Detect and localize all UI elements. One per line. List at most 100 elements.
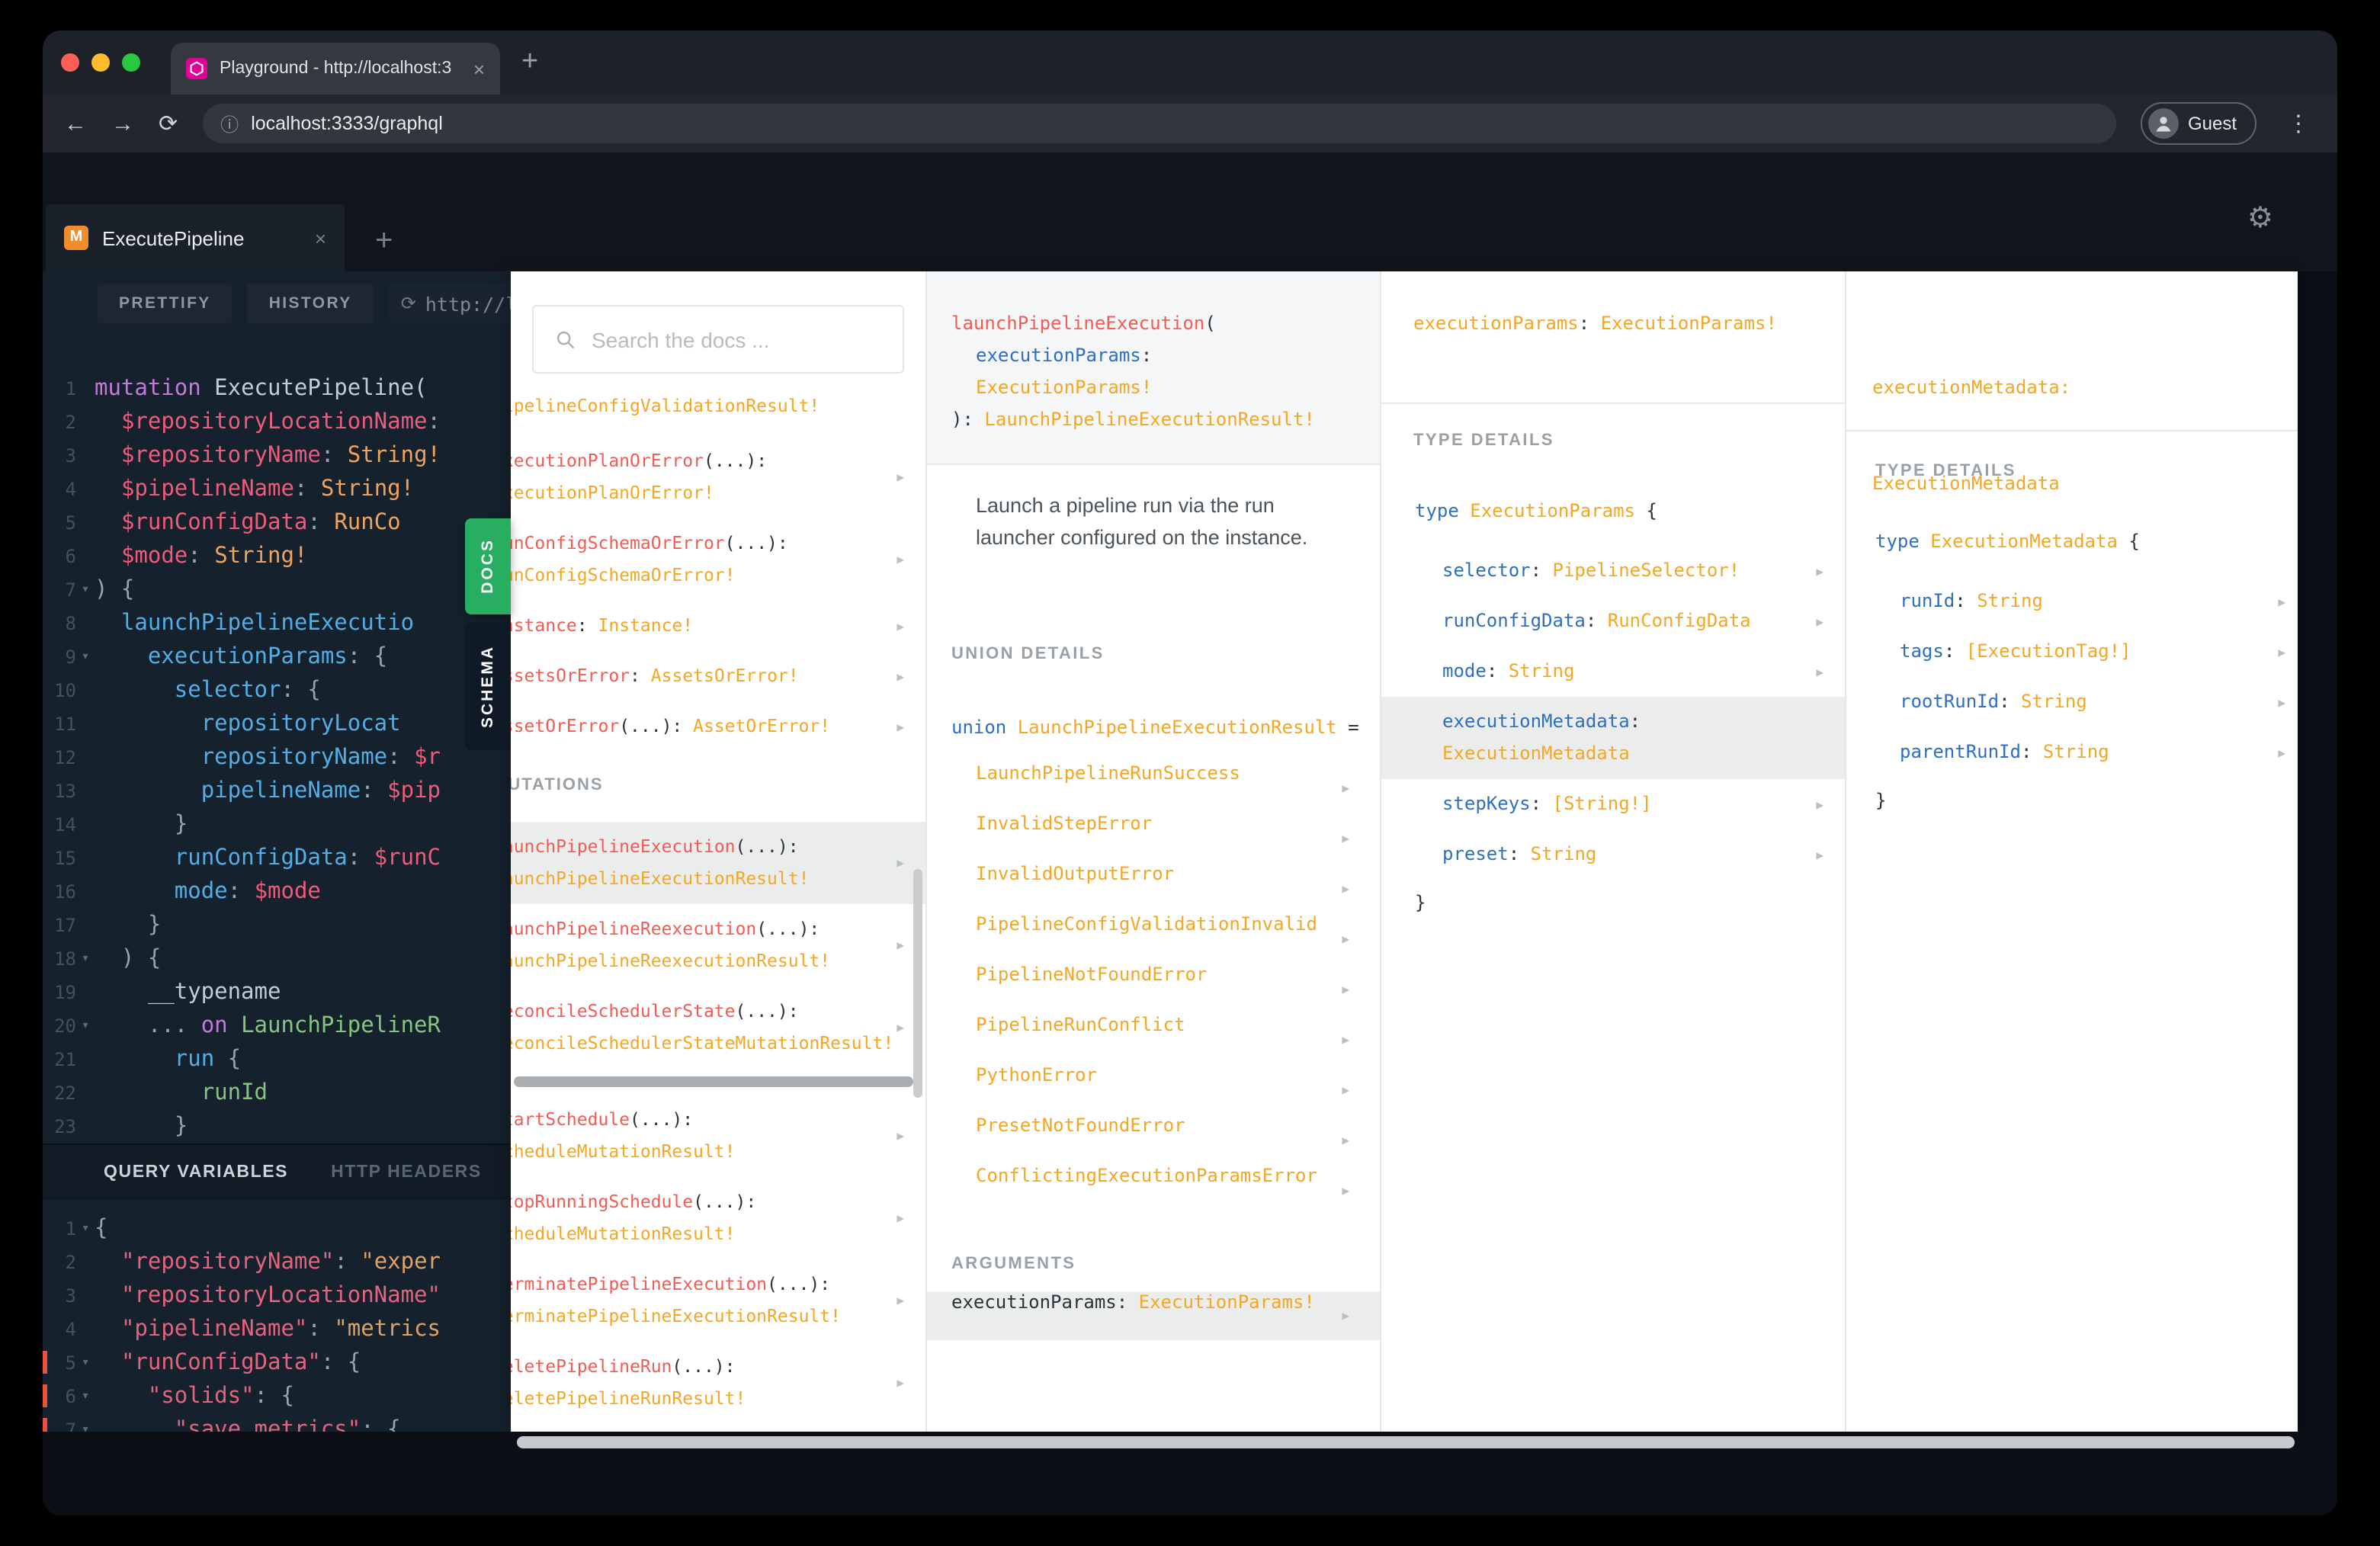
type-field[interactable]: executionMetadata: ExecutionMetadata (1381, 697, 1845, 779)
line-number: 15 (54, 848, 76, 869)
endpoint-input[interactable]: ⟳ http://loc (388, 284, 511, 323)
doc-item[interactable]: terminatePipelineExecution(...): Terminat… (511, 1259, 925, 1342)
doc-item-signature: runConfigSchemaOrError(...): (511, 532, 788, 553)
union-member[interactable]: PipelineNotFoundError ▶ (927, 964, 1380, 1014)
docs-dock-tab[interactable]: DOCS (465, 518, 511, 614)
settings-gear-icon[interactable]: ⚙ (2247, 204, 2273, 233)
browser-menu-icon[interactable]: ⋮ (2281, 110, 2316, 137)
query-line: 22 runId (49, 1076, 511, 1110)
workspace-tab[interactable]: M ExecutePipeline × (46, 204, 345, 271)
variables-editor[interactable]: 1 ▾{2 "repositoryName": "exper 3 "reposito… (43, 1200, 511, 1432)
line-number: 23 (54, 1116, 76, 1137)
signature-line: ): LaunchPipelineExecutionResult! (951, 409, 1315, 430)
doc-item[interactable]: launchPipelineExecution(...): LaunchPipel… (511, 822, 925, 904)
workspace-tab-bar: M ExecutePipeline × + ⚙ (43, 152, 2337, 271)
code-text: executionParams: { (147, 645, 388, 669)
union-member[interactable]: PipelineConfigValidationInvalid ▶ (927, 913, 1380, 964)
fold-caret-icon[interactable]: ▾ (76, 640, 95, 674)
doc-item-type: ReconcileSchedulerStateMutationResult! (511, 1032, 894, 1054)
close-workspace-tab-icon[interactable]: × (315, 226, 326, 249)
line-number: 22 (54, 1083, 76, 1104)
docs-vertical-scrollbar[interactable] (913, 869, 922, 1098)
line-number: 13 (54, 781, 76, 802)
docs-column-execution-metadata: executionMetadata: ExecutionMetadata TYP… (1845, 271, 2298, 1432)
argument-row[interactable]: executionParams: ExecutionParams! ▶ (927, 1291, 1380, 1340)
union-member[interactable]: ConflictingExecutionParamsError ▶ (927, 1165, 1380, 1215)
variables-line: 3 "repositoryLocationName" (49, 1279, 511, 1313)
zoom-window-button[interactable] (122, 53, 140, 72)
reload-schema-icon[interactable]: ⟳ (401, 293, 416, 314)
type-field[interactable]: runId: String ▶ (1846, 576, 2298, 627)
doc-item[interactable]: runConfigSchemaOrError(...): RunConfigSch… (511, 518, 925, 601)
fold-caret-icon[interactable]: ▾ (76, 1009, 95, 1043)
tab-http-headers[interactable]: HTTP HEADERS (331, 1163, 482, 1182)
fold-caret-icon[interactable]: ▾ (76, 942, 95, 976)
fold-caret-icon[interactable]: ▾ (76, 1413, 95, 1432)
doc-item[interactable]: deletePipelineRun(...): DeletePipelineRun… (511, 1342, 925, 1424)
tab-query-variables[interactable]: QUERY VARIABLES (104, 1163, 288, 1182)
docs-horizontal-scrollbar[interactable] (517, 1436, 2295, 1448)
address-bar[interactable]: ⓘ localhost:3333/graphql (202, 104, 2116, 143)
union-member[interactable]: PresetNotFoundError ▶ (927, 1115, 1380, 1165)
line-number: 3 (65, 1285, 76, 1307)
docs-search-input[interactable]: Search the docs ... (532, 305, 904, 374)
browser-tab[interactable]: Playground - http://localhost:3 × (171, 43, 500, 95)
history-button[interactable]: HISTORY (247, 284, 374, 323)
code-text: } (95, 1115, 188, 1139)
code-text: "save metrics": { (174, 1418, 401, 1432)
new-browser-tab-button[interactable]: + (521, 46, 538, 79)
chevron-right-icon: ▶ (897, 1211, 904, 1225)
doc-item[interactable]: executionPlanOrError(...): ExecutionPlanO… (511, 436, 925, 518)
prettify-button[interactable]: PRETTIFY (98, 284, 233, 323)
new-workspace-tab-button[interactable]: + (375, 226, 393, 256)
type-field[interactable]: runConfigData: RunConfigData ▶ (1381, 596, 1845, 646)
type-field[interactable]: preset: String ▶ (1381, 829, 1845, 880)
query-editor[interactable]: 1 mutation ExecutePipeline(2 $repositoryL… (43, 372, 511, 1143)
doc-item[interactable]: startSchedule(...): ScheduleMutationResul… (511, 1095, 925, 1177)
fold-gutter (76, 406, 95, 439)
doc-item[interactable]: stopRunningSchedule(...): ScheduleMutatio… (511, 1177, 925, 1259)
query-line: 21 run { (49, 1043, 511, 1076)
doc-item-signature: executionPlanOrError(...): (511, 450, 768, 471)
union-member[interactable]: PipelineRunConflict ▶ (927, 1014, 1380, 1064)
code-text: "runConfigData": { (120, 1351, 361, 1375)
union-member[interactable]: InvalidStepError ▶ (927, 813, 1380, 863)
code-text: $repositoryLocationName: (120, 410, 441, 435)
type-field[interactable]: stepKeys: [String!] ▶ (1381, 779, 1845, 829)
line-number: 6 (65, 1386, 76, 1407)
signature-line: launchPipelineExecution( (951, 313, 1216, 334)
reload-icon[interactable]: ⟳ (159, 112, 178, 135)
fold-caret-icon[interactable]: ▾ (76, 1212, 95, 1246)
doc-item[interactable]: instance: Instance! ▶ (511, 601, 925, 651)
code-text: __typename (95, 980, 281, 1005)
forward-icon[interactable]: → (111, 112, 134, 135)
union-member[interactable]: PythonError ▶ (927, 1064, 1380, 1115)
fold-caret-icon[interactable]: ▾ (76, 573, 95, 607)
docs-dock-label: DOCS (479, 538, 497, 595)
doc-item[interactable]: launchPipelineReexecution(...): LaunchPip… (511, 904, 925, 986)
type-field[interactable]: rootRunId: String ▶ (1846, 677, 2298, 727)
doc-item[interactable]: assetOrError(...): AssetOrError! ▶ (511, 701, 925, 752)
profile-button[interactable]: Guest (2140, 102, 2257, 145)
docs-panel: Search the docs ... PipelineConfigValida… (511, 271, 2298, 1432)
fold-caret-icon[interactable]: ▾ (76, 1380, 95, 1413)
minimize-window-button[interactable] (91, 53, 110, 72)
code-text: ) { (95, 947, 162, 971)
type-field[interactable]: selector: PipelineSelector! ▶ (1381, 546, 1845, 596)
type-field[interactable]: parentRunId: String ▶ (1846, 727, 2298, 778)
close-window-button[interactable] (61, 53, 79, 72)
union-member[interactable]: LaunchPipelineRunSuccess ▶ (927, 762, 1380, 813)
column-horizontal-scrollbar[interactable] (514, 1076, 913, 1087)
type-field[interactable]: mode: String ▶ (1381, 646, 1845, 697)
fold-gutter (76, 1076, 95, 1110)
site-info-icon[interactable]: ⓘ (220, 111, 239, 136)
back-icon[interactable]: ← (64, 112, 87, 135)
doc-item[interactable]: assetsOrError: AssetsOrError! ▶ (511, 651, 925, 701)
fold-caret-icon[interactable]: ▾ (76, 1346, 95, 1380)
type-field[interactable]: tags: [ExecutionTag!] ▶ (1846, 627, 2298, 677)
doc-item[interactable]: reconcileSchedulerState(...): ReconcileSc… (511, 986, 925, 1069)
close-tab-icon[interactable]: × (473, 59, 485, 79)
schema-dock-tab[interactable]: SCHEMA (465, 622, 511, 750)
line-number: 4 (65, 479, 76, 500)
union-member[interactable]: InvalidOutputError ▶ (927, 863, 1380, 913)
